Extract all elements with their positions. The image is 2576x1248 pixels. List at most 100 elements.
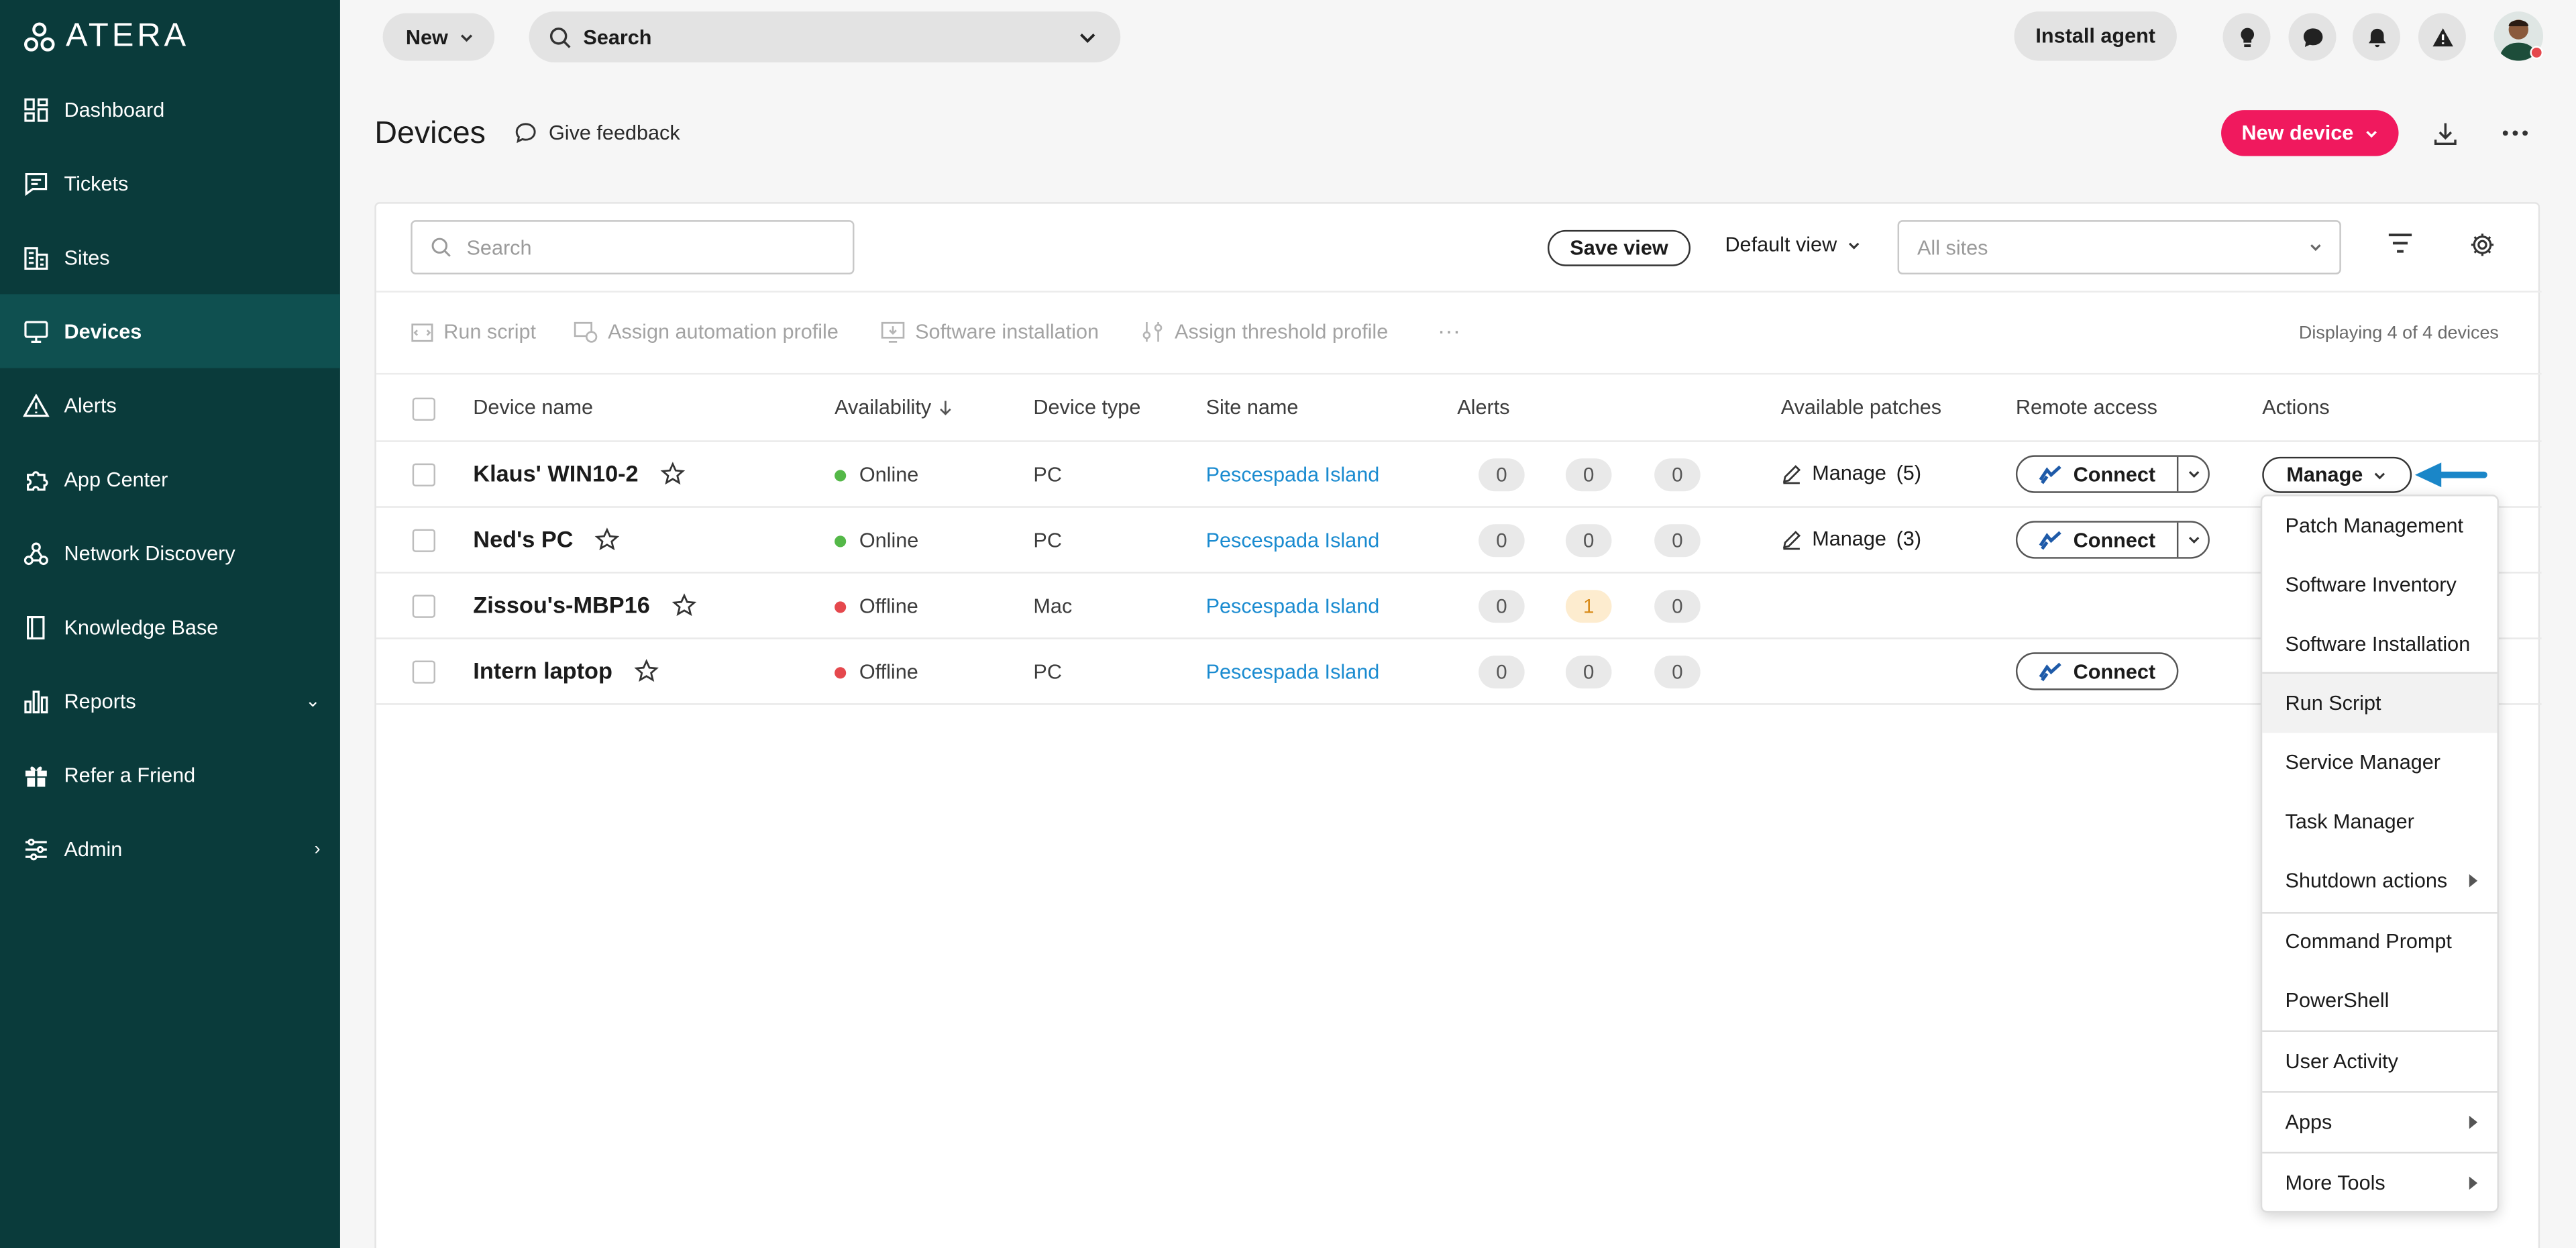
alert-count-warning[interactable]: 0 [1565,524,1612,558]
manage-button[interactable]: Manage [2262,456,2412,493]
device-search-input[interactable]: Search [411,220,855,274]
menu-item-run-script[interactable]: Run Script [2262,674,2498,733]
column-device-type[interactable]: Device type [1033,396,1140,419]
table-row[interactable]: Zissou's-MBP16 Offline Mac Pescespada Is… [376,574,2542,639]
chevron-down-icon[interactable] [2187,532,2202,547]
connect-label: Connect [2073,528,2156,552]
menu-item-more-tools[interactable]: More Tools [2262,1153,2497,1212]
row-checkbox[interactable] [412,529,435,552]
manage-patches-link[interactable]: Manage (3) [1781,527,1921,550]
chevron-down-icon[interactable] [1078,27,1097,46]
star-icon[interactable] [594,527,619,552]
column-alerts[interactable]: Alerts [1457,396,1509,419]
device-name[interactable]: Ned's PC [473,526,573,552]
alert-count-info[interactable]: 0 [1654,656,1701,689]
menu-item-label: Software Inventory [2285,573,2457,596]
star-icon[interactable] [659,461,685,486]
sidebar-item-knowledge-base[interactable]: Knowledge Base [0,590,340,664]
default-view-dropdown[interactable]: Default view [1725,233,1861,256]
install-agent-button[interactable]: Install agent [2014,11,2177,61]
filter-icon[interactable] [2387,231,2413,254]
table-row[interactable]: Klaus' WIN10-2 Online PC Pescespada Isla… [376,442,2542,508]
site-link[interactable]: Pescespada Island [1206,660,1380,683]
menu-item-software-inventory[interactable]: Software Inventory [2262,556,2497,615]
site-link[interactable]: Pescespada Island [1206,529,1380,552]
sidebar-item-dashboard[interactable]: Dashboard [0,72,340,146]
sidebar-item-sites[interactable]: Sites [0,220,340,294]
row-checkbox[interactable] [412,463,435,486]
site-link[interactable]: Pescespada Island [1206,464,1380,486]
menu-item-patch-management[interactable]: Patch Management [2262,497,2497,556]
sidebar-item-app-center[interactable]: App Center [0,442,340,516]
sidebar-item-reports[interactable]: Reports ⌄ [0,664,340,737]
alert-count-info[interactable]: 0 [1654,524,1701,558]
run-script-action[interactable]: Run script [411,321,536,344]
connect-button[interactable]: Connect [2015,521,2210,559]
alert-count-critical[interactable]: 0 [1479,656,1525,689]
menu-item-label: Command Prompt [2285,930,2452,953]
atera-logo[interactable]: ATERA [23,18,189,56]
all-sites-select[interactable]: All sites [1897,220,2341,274]
menu-item-shutdown-actions[interactable]: Shutdown actions [2262,851,2497,911]
table-row[interactable]: Intern laptop Offline PC Pescespada Isla… [376,639,2542,705]
sidebar-item-devices[interactable]: Devices [0,294,340,368]
assign-automation-profile-action[interactable]: Assign automation profile [574,321,839,344]
column-site-name[interactable]: Site name [1206,396,1299,419]
row-checkbox[interactable] [412,594,435,618]
alert-count-info[interactable]: 0 [1654,458,1701,492]
more-actions-button[interactable]: ··· [1438,317,1460,344]
menu-item-label: Software Installation [2285,632,2471,656]
tips-button[interactable] [2222,13,2271,61]
alert-count-info[interactable]: 0 [1654,590,1701,623]
chevron-down-icon[interactable] [2187,467,2202,482]
notifications-button[interactable] [2352,13,2400,61]
menu-item-apps[interactable]: Apps [2262,1093,2497,1152]
alert-count-critical[interactable]: 0 [1479,524,1525,558]
system-alerts-button[interactable] [2418,13,2466,61]
assign-threshold-profile-action[interactable]: Assign threshold profile [1140,321,1388,344]
sidebar-item-tickets[interactable]: Tickets [0,146,340,220]
new-device-button[interactable]: New device [2221,110,2399,156]
column-available-patches[interactable]: Available patches [1781,396,1941,419]
sidebar-item-network-discovery[interactable]: Network Discovery [0,516,340,590]
row-checkbox[interactable] [412,660,435,684]
download-icon[interactable] [2432,120,2460,148]
table-row[interactable]: Ned's PC Online PC Pescespada Island 0 0… [376,508,2542,574]
menu-item-software-installation[interactable]: Software Installation [2262,615,2497,674]
alert-count-warning[interactable]: 1 [1565,590,1612,623]
column-remote-access[interactable]: Remote access [2016,396,2157,419]
select-all-checkbox[interactable] [412,397,435,421]
device-name[interactable]: Zissou's-MBP16 [473,592,649,618]
manage-patches-link[interactable]: Manage (5) [1781,462,1921,484]
alert-count-warning[interactable]: 0 [1565,458,1612,492]
alert-count-critical[interactable]: 0 [1479,458,1525,492]
gear-icon[interactable] [2469,231,2496,258]
global-search[interactable]: Search [529,11,1121,63]
device-name[interactable]: Intern laptop [473,658,612,684]
alert-count-critical[interactable]: 0 [1479,590,1525,623]
alert-count-warning[interactable]: 0 [1565,656,1612,689]
menu-item-service-manager[interactable]: Service Manager [2262,733,2497,792]
column-availability[interactable]: Availability [835,396,953,419]
software-installation-action[interactable]: Software installation [881,321,1099,344]
chat-button[interactable] [2288,13,2337,61]
star-icon[interactable] [671,592,696,617]
connect-button[interactable]: Connect [2015,652,2179,690]
column-device-name[interactable]: Device name [473,396,593,419]
column-actions[interactable]: Actions [2262,396,2329,419]
device-name[interactable]: Klaus' WIN10-2 [473,460,638,486]
menu-item-task-manager[interactable]: Task Manager [2262,792,2497,851]
more-options-icon[interactable] [2500,125,2530,141]
sidebar-item-admin[interactable]: Admin › [0,812,340,886]
menu-item-command-prompt[interactable]: Command Prompt [2262,912,2497,971]
star-icon[interactable] [633,658,659,683]
save-view-button[interactable]: Save view [1547,229,1691,266]
connect-button[interactable]: Connect [2015,455,2210,493]
menu-item-user-activity[interactable]: User Activity [2262,1032,2497,1091]
site-link[interactable]: Pescespada Island [1206,595,1380,618]
sidebar-item-alerts[interactable]: Alerts [0,368,340,442]
give-feedback-link[interactable]: Give feedback [515,121,680,145]
new-button[interactable]: New [382,13,495,61]
sidebar-item-refer-a-friend[interactable]: Refer a Friend [0,738,340,812]
menu-item-powershell[interactable]: PowerShell [2262,971,2497,1030]
